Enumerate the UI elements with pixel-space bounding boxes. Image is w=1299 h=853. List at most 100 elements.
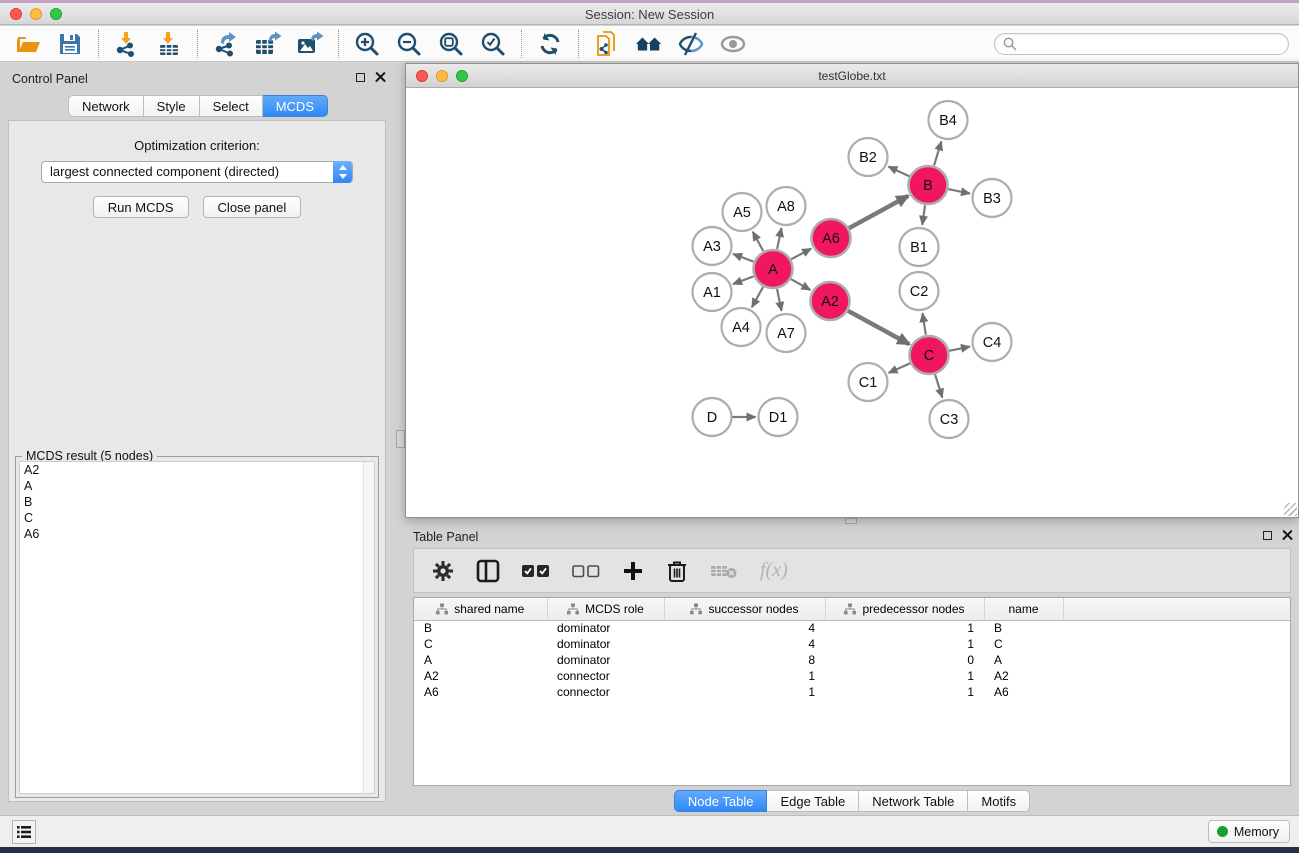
graph-node-A8[interactable]: A8 xyxy=(767,187,806,225)
graph-node-A6[interactable]: A6 xyxy=(812,219,851,257)
graph-edge-A-A4[interactable] xyxy=(752,287,763,307)
graph-edge-A6-B[interactable] xyxy=(849,196,908,228)
graph-edge-C-C4[interactable] xyxy=(949,347,970,351)
export-table-icon[interactable] xyxy=(254,30,282,58)
window-resize-grip[interactable] xyxy=(1284,503,1297,516)
close-panel-icon[interactable] xyxy=(1282,530,1293,541)
graph-edge-A-A3[interactable] xyxy=(733,254,754,262)
graph-node-C1[interactable]: C1 xyxy=(849,363,888,401)
column-header[interactable]: MCDS role xyxy=(547,598,664,620)
column-header[interactable]: successor nodes xyxy=(664,598,825,620)
table-row[interactable]: Adominator80A xyxy=(414,652,1291,668)
graph-edge-B-B1[interactable] xyxy=(922,205,925,224)
close-panel-button[interactable]: Close panel xyxy=(203,196,302,218)
search-field[interactable] xyxy=(994,33,1289,55)
deselect-all-icon[interactable] xyxy=(572,558,600,584)
graph-edge-B-B3[interactable] xyxy=(948,189,970,193)
zoom-in-icon[interactable] xyxy=(353,30,381,58)
graph-edge-C-C2[interactable] xyxy=(922,313,925,335)
graph-edge-C-C1[interactable] xyxy=(889,363,911,373)
graph-edge-A2-C[interactable] xyxy=(848,311,909,344)
table-row[interactable]: A6connector11A6 xyxy=(414,684,1291,700)
tab-select[interactable]: Select xyxy=(200,95,263,117)
graph-node-C4[interactable]: C4 xyxy=(973,323,1012,361)
first-neighbors-icon[interactable] xyxy=(635,30,663,58)
search-input[interactable] xyxy=(1018,35,1288,53)
tab-node-table[interactable]: Node Table xyxy=(674,790,768,812)
hide-selected-icon[interactable] xyxy=(677,30,705,58)
show-all-eye-icon[interactable] xyxy=(719,30,747,58)
graph-edge-A-A6[interactable] xyxy=(791,249,811,260)
graph-edge-B-B2[interactable] xyxy=(888,167,909,177)
mcds-result-item[interactable]: A6 xyxy=(20,526,374,542)
graph-node-B2[interactable]: B2 xyxy=(849,138,888,176)
graph-node-C3[interactable]: C3 xyxy=(930,400,969,438)
float-panel-icon[interactable] xyxy=(1263,531,1272,540)
table-row[interactable]: A2connector11A2 xyxy=(414,668,1291,684)
import-table-icon[interactable] xyxy=(155,30,183,58)
tab-mcds[interactable]: MCDS xyxy=(263,95,328,117)
criterion-dropdown[interactable]: largest connected component (directed) xyxy=(41,161,353,183)
graph-edge-C-C3[interactable] xyxy=(935,375,942,398)
show-column-icon[interactable] xyxy=(476,558,500,584)
graph-edge-A-A2[interactable] xyxy=(791,279,811,290)
graph-node-A2[interactable]: A2 xyxy=(811,282,850,320)
new-network-from-selection-icon[interactable] xyxy=(593,30,621,58)
network-canvas[interactable]: B4B2BB3A5A8A6B1A3AC2A1A2A4A7C4CC1C3DD1 xyxy=(406,88,1298,517)
tab-motifs[interactable]: Motifs xyxy=(968,790,1030,812)
mcds-result-item[interactable]: A2 xyxy=(20,462,374,478)
save-session-icon[interactable] xyxy=(56,30,84,58)
close-panel-icon[interactable] xyxy=(375,72,386,83)
mcds-result-item[interactable]: A xyxy=(20,478,374,494)
node-table[interactable]: shared nameMCDS rolesuccessor nodesprede… xyxy=(413,597,1291,786)
mcds-result-list[interactable]: A2ABCA6 xyxy=(19,461,375,794)
float-panel-icon[interactable] xyxy=(356,73,365,82)
column-header[interactable]: predecessor nodes xyxy=(825,598,984,620)
tab-network[interactable]: Network xyxy=(68,95,144,117)
delete-column-icon[interactable] xyxy=(666,558,688,584)
graph-node-A1[interactable]: A1 xyxy=(693,273,732,311)
table-header-row[interactable]: shared nameMCDS rolesuccessor nodesprede… xyxy=(414,598,1291,620)
graph-node-B1[interactable]: B1 xyxy=(900,228,939,266)
graph-node-D1[interactable]: D1 xyxy=(759,398,798,436)
vertical-split-handle[interactable] xyxy=(396,430,405,448)
graph-node-B4[interactable]: B4 xyxy=(929,101,968,139)
mcds-result-item[interactable]: B xyxy=(20,494,374,510)
graph-edge-A-A7[interactable] xyxy=(777,289,781,311)
export-network-icon[interactable] xyxy=(212,30,240,58)
graph-edge-A-A8[interactable] xyxy=(777,228,781,249)
zoom-fit-icon[interactable] xyxy=(437,30,465,58)
graph-edge-A-A1[interactable] xyxy=(733,276,754,284)
graph-node-B[interactable]: B xyxy=(909,166,948,204)
column-header[interactable]: shared name xyxy=(414,598,547,620)
graph-node-A5[interactable]: A5 xyxy=(723,193,762,231)
scrollbar-track[interactable] xyxy=(363,462,374,793)
graph-node-A[interactable]: A xyxy=(754,250,793,288)
graph-node-A3[interactable]: A3 xyxy=(693,227,732,265)
graph-node-A4[interactable]: A4 xyxy=(722,308,761,346)
graph-node-B3[interactable]: B3 xyxy=(973,179,1012,217)
memory-button[interactable]: Memory xyxy=(1208,820,1290,843)
export-image-icon[interactable] xyxy=(296,30,324,58)
run-mcds-button[interactable]: Run MCDS xyxy=(93,196,189,218)
network-window-titlebar[interactable]: testGlobe.txt xyxy=(406,64,1298,88)
settings-gear-icon[interactable] xyxy=(432,558,454,584)
table-row[interactable]: Bdominator41B xyxy=(414,620,1291,636)
tab-network-table[interactable]: Network Table xyxy=(859,790,968,812)
graph-node-C[interactable]: C xyxy=(910,336,949,374)
graph-edge-A-A5[interactable] xyxy=(753,232,763,251)
select-all-icon[interactable] xyxy=(522,558,550,584)
add-column-icon[interactable] xyxy=(622,558,644,584)
graph-edge-B-B4[interactable] xyxy=(934,142,941,166)
task-history-button[interactable] xyxy=(12,820,36,844)
open-session-icon[interactable] xyxy=(14,30,42,58)
graph-node-C2[interactable]: C2 xyxy=(900,272,939,310)
mcds-result-item[interactable]: C xyxy=(20,510,374,526)
refresh-icon[interactable] xyxy=(536,30,564,58)
graph-node-A7[interactable]: A7 xyxy=(767,314,806,352)
table-row[interactable]: Cdominator41C xyxy=(414,636,1291,652)
tab-edge-table[interactable]: Edge Table xyxy=(767,790,859,812)
tab-style[interactable]: Style xyxy=(144,95,200,117)
delete-table-icon[interactable] xyxy=(710,558,738,584)
import-network-icon[interactable] xyxy=(113,30,141,58)
